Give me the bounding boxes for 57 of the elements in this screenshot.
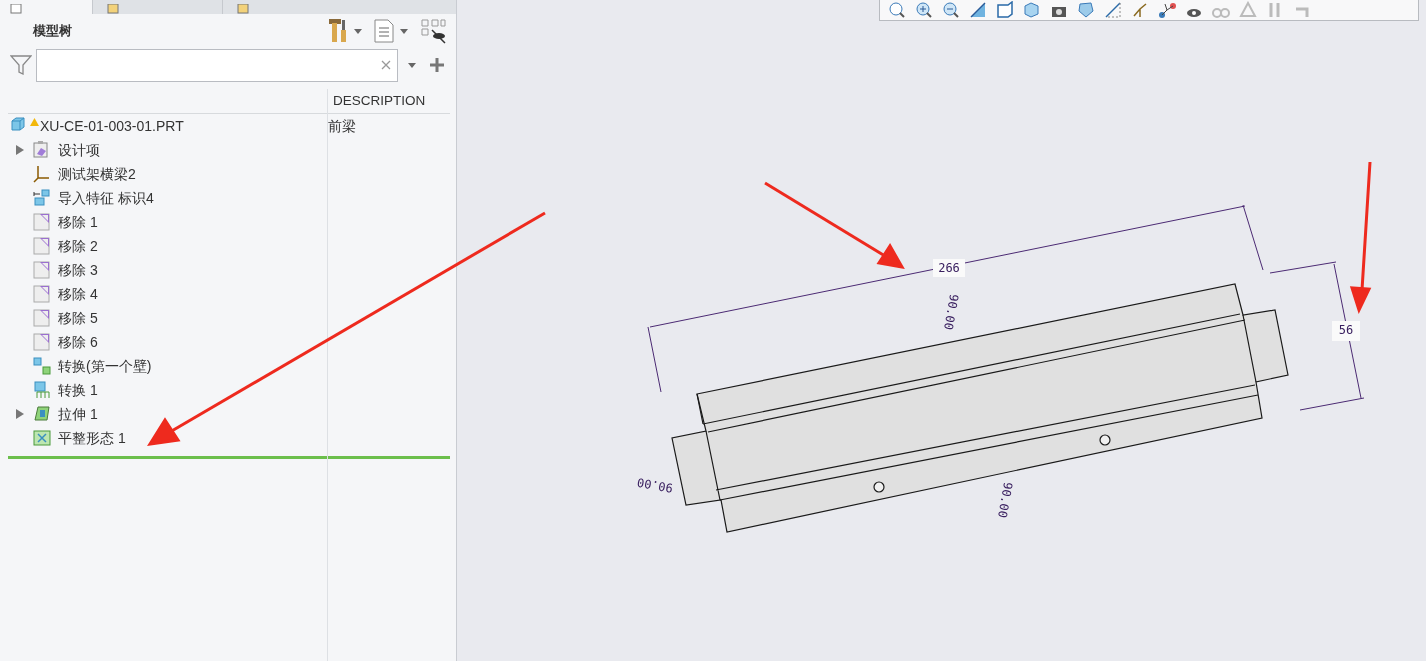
expand-arrow-icon[interactable] <box>16 145 24 155</box>
axes-icon[interactable] <box>1131 1 1149 19</box>
hide-tree-icon[interactable] <box>420 18 446 44</box>
cut-icon <box>32 260 52 280</box>
tree-item[interactable]: 平整形态 1 <box>58 427 126 449</box>
zoom-fit-icon[interactable] <box>888 1 906 19</box>
tree-item[interactable]: 移除 2 <box>58 235 98 257</box>
tree-item[interactable]: 移除 6 <box>58 331 98 353</box>
tree-item[interactable]: 移除 4 <box>58 283 98 305</box>
cut-icon <box>32 212 52 232</box>
add-icon[interactable] <box>430 58 444 72</box>
view-cube-icon[interactable] <box>996 1 1014 19</box>
filter-icon[interactable] <box>10 55 32 75</box>
tree-item[interactable]: 移除 5 <box>58 307 98 329</box>
tree-item[interactable]: 移除 3 <box>58 259 98 281</box>
tree-item[interactable]: 设计项 <box>58 139 100 161</box>
flat-pattern-icon <box>32 428 52 448</box>
cut-icon <box>32 236 52 256</box>
caret-icon[interactable] <box>354 28 362 34</box>
dimension-value: 90.00 <box>940 293 962 331</box>
cut-icon <box>32 308 52 328</box>
tree-item[interactable]: 测试架横梁2 <box>58 163 136 185</box>
cut-icon <box>32 284 52 304</box>
tree-item[interactable]: 拉伸 1 <box>58 403 98 425</box>
document-icon <box>10 4 22 14</box>
dimension-value: 266 <box>933 259 965 277</box>
shading-icon[interactable] <box>1077 1 1095 19</box>
tree-item[interactable]: 移除 1 <box>58 211 98 233</box>
expand-arrow-icon[interactable] <box>16 409 24 419</box>
list-icon[interactable] <box>374 19 394 43</box>
point-icon[interactable] <box>1158 1 1176 19</box>
convert-icon <box>32 380 52 400</box>
plane-icon[interactable] <box>1104 1 1122 19</box>
description-cell-text: 前梁 <box>327 116 356 136</box>
zoom-in-icon[interactable] <box>915 1 933 19</box>
zoom-out-icon[interactable] <box>942 1 960 19</box>
search-field[interactable] <box>36 48 398 82</box>
dimension-value: 90.00 <box>994 481 1016 519</box>
extrude-icon <box>32 404 52 424</box>
cut-icon <box>32 332 52 352</box>
document-icon <box>107 4 119 14</box>
tree-item[interactable]: 转换 1 <box>58 379 98 401</box>
tools-icon[interactable] <box>328 18 348 44</box>
caret-icon[interactable] <box>408 62 416 68</box>
dimension-value: 90.00 <box>636 474 674 496</box>
import-icon <box>32 188 52 208</box>
clear-icon[interactable] <box>381 60 391 70</box>
column-header[interactable]: DESCRIPTION <box>333 90 426 111</box>
document-icon <box>237 4 249 14</box>
tree-item[interactable]: 导入特征 标识4 <box>58 187 154 209</box>
tree-item[interactable]: 转换(第一个壁) <box>58 355 152 377</box>
axes-icon <box>32 164 52 184</box>
caret-icon[interactable] <box>400 28 408 34</box>
tree-item[interactable]: XU-CE-01-003-01.PRT <box>40 115 184 137</box>
convert-icon <box>32 356 52 376</box>
panel-title: 模型树 <box>33 22 72 41</box>
dimension-value: 56 <box>1332 321 1360 341</box>
